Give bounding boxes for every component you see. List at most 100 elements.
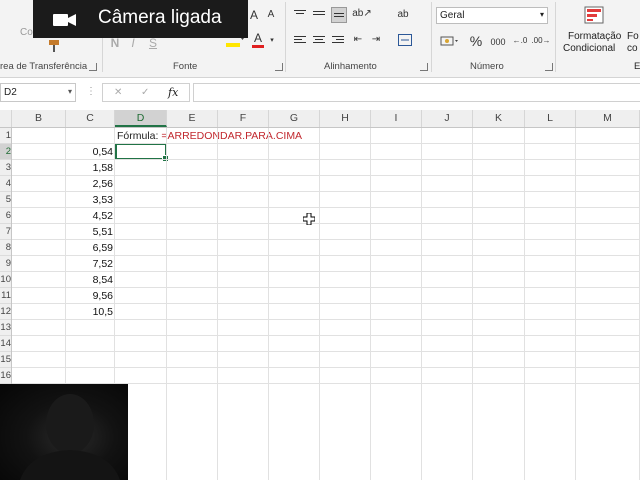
accounting-format-icon[interactable] <box>439 34 461 48</box>
increase-indent-icon[interactable]: ⇥ <box>369 33 383 47</box>
row-header-9[interactable]: 9 <box>0 256 11 272</box>
row-header-16[interactable]: 16 <box>0 368 11 384</box>
select-all-corner[interactable] <box>0 110 12 127</box>
align-top-icon[interactable] <box>294 8 306 20</box>
format-as-table-label-2[interactable]: co <box>627 43 638 54</box>
format-as-table-label-1[interactable]: Fo <box>627 31 639 42</box>
decrease-indent-icon[interactable]: ⇤ <box>351 33 365 47</box>
cell-c6[interactable]: 4,52 <box>66 208 113 224</box>
cell-c5[interactable]: 3,53 <box>66 192 113 208</box>
name-box[interactable]: D2 ▾ <box>0 83 76 102</box>
cancel-icon[interactable]: ✕ <box>114 87 122 98</box>
row-header-15[interactable]: 15 <box>0 352 11 368</box>
italic-button[interactable]: I <box>126 36 140 50</box>
row-header-5[interactable]: 5 <box>0 192 11 208</box>
row-header-4[interactable]: 4 <box>0 176 11 192</box>
underline-button[interactable]: S <box>146 36 160 50</box>
column-header-c[interactable]: C <box>66 110 115 127</box>
formula-input[interactable] <box>193 83 640 102</box>
cell-c2[interactable]: 0,54 <box>66 144 113 160</box>
row-header-6[interactable]: 6 <box>0 208 11 224</box>
formula-bar: D2 ▾ ⋮ ✕ ✓ fx <box>0 82 640 104</box>
row-header-13[interactable]: 13 <box>0 320 11 336</box>
column-header-f[interactable]: F <box>218 110 269 127</box>
formula-buttons: ✕ ✓ fx <box>102 83 190 102</box>
row-header-3[interactable]: 3 <box>0 160 11 176</box>
column-header-i[interactable]: I <box>371 110 422 127</box>
gridline <box>472 128 473 480</box>
column-header-k[interactable]: K <box>473 110 525 127</box>
column-header-e[interactable]: E <box>167 110 218 127</box>
drag-handle-icon[interactable]: ⋮ <box>86 86 96 97</box>
conditional-formatting-label-2[interactable]: Condicional <box>563 43 615 54</box>
cell-c10[interactable]: 8,54 <box>66 272 113 288</box>
enter-icon[interactable]: ✓ <box>141 87 149 98</box>
row-header-12[interactable]: 12 <box>0 304 11 320</box>
gridline <box>12 271 640 272</box>
column-header-m[interactable]: M <box>576 110 640 127</box>
alignment-group-label: Alinhamento <box>324 61 377 72</box>
shrink-font-button[interactable]: A <box>264 8 278 22</box>
chevron-down-icon: ▾ <box>539 10 544 19</box>
row-header-14[interactable]: 14 <box>0 336 11 352</box>
column-header-b[interactable]: B <box>12 110 66 127</box>
column-header-g[interactable]: G <box>269 110 320 127</box>
gridline <box>12 367 640 368</box>
gridline <box>12 287 640 288</box>
chevron-down-icon[interactable]: ▾ <box>68 87 72 96</box>
cell-c3[interactable]: 1,58 <box>66 160 113 176</box>
clipboard-launcher-icon[interactable] <box>89 63 97 71</box>
column-header-d[interactable]: D <box>115 110 167 127</box>
align-left-icon[interactable] <box>294 34 306 46</box>
font-color-button[interactable]: A <box>251 31 265 45</box>
wrap-text-icon[interactable]: ab <box>396 8 410 22</box>
decrease-decimal-icon[interactable]: .00→ <box>531 34 550 48</box>
bold-button[interactable]: N <box>108 36 122 50</box>
gridline <box>12 191 640 192</box>
active-cell[interactable] <box>115 143 169 162</box>
increase-decimal-icon[interactable]: ←.0 <box>512 34 528 48</box>
row-header-2[interactable]: 2 <box>0 144 11 160</box>
column-header-l[interactable]: L <box>525 110 576 127</box>
align-right-icon[interactable] <box>332 34 344 46</box>
styles-group-label: E <box>634 61 640 72</box>
cell-c8[interactable]: 6,59 <box>66 240 113 256</box>
merge-center-icon[interactable] <box>395 33 415 47</box>
align-middle-icon[interactable] <box>313 9 325 21</box>
insert-function-icon[interactable]: fx <box>168 86 178 99</box>
grow-font-button[interactable]: A <box>247 8 261 22</box>
align-bottom-icon[interactable] <box>331 7 347 23</box>
format-painter-icon[interactable] <box>44 38 64 54</box>
align-center-icon[interactable] <box>313 34 325 46</box>
font-color-dropdown-icon[interactable]: ▾ <box>268 36 276 44</box>
cell-c12[interactable]: 10,5 <box>66 304 113 320</box>
alignment-launcher-icon[interactable] <box>420 63 428 71</box>
cell-c7[interactable]: 5,51 <box>66 224 113 240</box>
row-header-1[interactable]: 1 <box>0 128 11 144</box>
number-format-value: Geral <box>440 10 465 21</box>
comma-style-button[interactable]: 000 <box>488 35 508 49</box>
conditional-formatting-label-1[interactable]: Formatação <box>568 31 621 42</box>
cell-c9[interactable]: 7,52 <box>66 256 113 272</box>
percent-button[interactable]: % <box>468 33 484 49</box>
row-header-11[interactable]: 11 <box>0 288 11 304</box>
orientation-icon[interactable]: ab↗ <box>352 8 372 20</box>
number-format-select[interactable]: Geral ▾ <box>436 7 548 24</box>
row-header-8[interactable]: 8 <box>0 240 11 256</box>
copy-label[interactable]: Co <box>20 28 33 38</box>
formula-annotation[interactable]: Fórmula: =ARREDONDAR.PARA.CIMA <box>117 128 302 144</box>
cursor-icon <box>302 212 316 226</box>
font-launcher-icon[interactable] <box>275 63 283 71</box>
row-header-7[interactable]: 7 <box>0 224 11 240</box>
number-launcher-icon[interactable] <box>545 63 553 71</box>
cell-c4[interactable]: 2,56 <box>66 176 113 192</box>
column-header-j[interactable]: J <box>422 110 473 127</box>
cell-c11[interactable]: 9,56 <box>66 288 113 304</box>
person-silhouette-icon <box>20 394 120 480</box>
divider <box>285 2 286 72</box>
column-header-h[interactable]: H <box>320 110 371 127</box>
webcam-overlay <box>0 384 128 480</box>
conditional-formatting-icon[interactable] <box>583 5 605 25</box>
column-headers: BCDEFGHIJKLM <box>0 110 640 128</box>
row-header-10[interactable]: 10 <box>0 272 11 288</box>
